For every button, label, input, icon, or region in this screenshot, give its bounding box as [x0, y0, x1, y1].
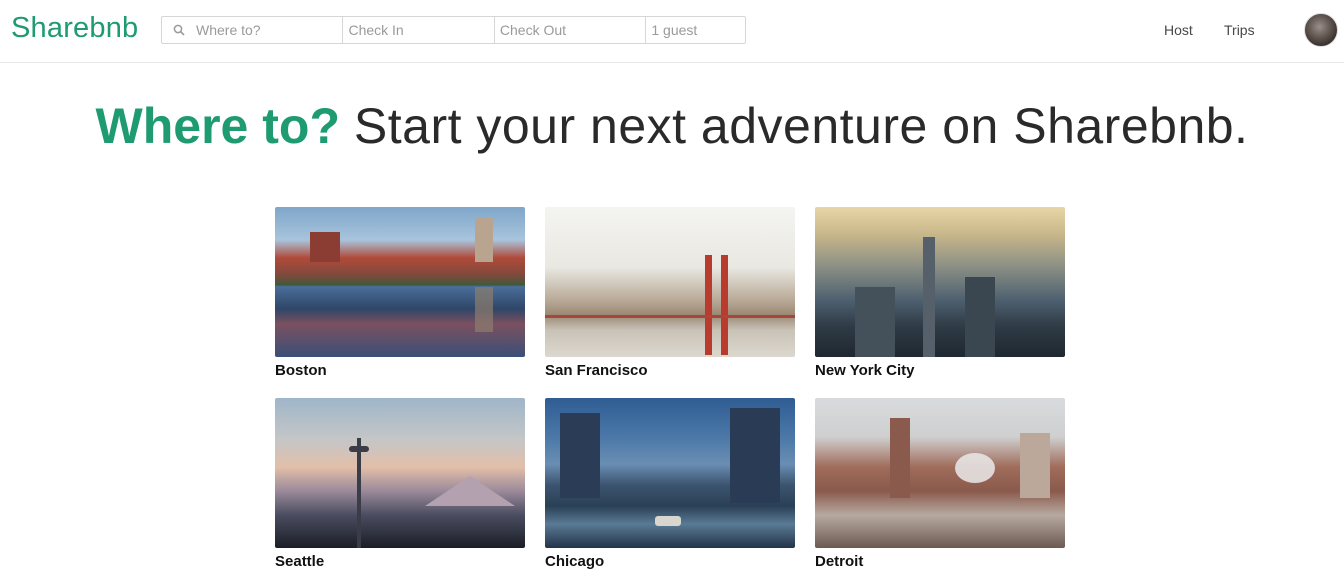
building-shape [310, 232, 340, 262]
search-icon [173, 24, 185, 36]
destination-card-boston[interactable]: Boston [275, 207, 525, 379]
page-title: Where to? Start your next adventure on S… [0, 95, 1344, 157]
bridge-deck-shape [545, 315, 795, 318]
logo[interactable]: Sharebnb [11, 12, 138, 45]
building-shape [730, 408, 780, 503]
building-shape [890, 418, 910, 498]
steam-shape [955, 453, 995, 483]
destination-label[interactable]: Chicago [545, 553, 795, 570]
hero-tagline: Start your next adventure on Sharebnb. [353, 98, 1249, 154]
building-shape [475, 217, 493, 262]
building-shape [965, 277, 995, 357]
nav-host-link[interactable]: Host [1164, 22, 1193, 38]
destination-image[interactable] [815, 398, 1065, 548]
building-shape [855, 287, 895, 357]
avatar[interactable] [1304, 13, 1338, 47]
reflection-shape [475, 287, 493, 332]
destination-image[interactable] [545, 398, 795, 548]
destination-card-san-francisco[interactable]: San Francisco [545, 207, 795, 379]
mountain-shape [425, 476, 515, 506]
destination-image[interactable] [275, 398, 525, 548]
destination-image[interactable] [815, 207, 1065, 357]
destination-card-chicago[interactable]: Chicago [545, 398, 795, 570]
destination-card-new-york-city[interactable]: New York City [815, 207, 1065, 379]
space-needle-shape [357, 438, 361, 548]
nav-trips-link[interactable]: Trips [1224, 22, 1255, 38]
check-out-input[interactable]: Check Out [495, 17, 647, 43]
destination-image[interactable] [545, 207, 795, 357]
destination-card-detroit[interactable]: Detroit [815, 398, 1065, 570]
destination-image[interactable] [275, 207, 525, 357]
top-nav-bar: Sharebnb Where to? Check In Check Out 1 … [0, 0, 1344, 63]
hero-accent-text: Where to? [95, 98, 340, 154]
building-shape [1020, 433, 1050, 498]
building-shape [560, 413, 600, 498]
space-needle-top-shape [349, 446, 369, 452]
destination-label[interactable]: New York City [815, 362, 1065, 379]
destination-label[interactable]: Boston [275, 362, 525, 379]
building-shape [923, 237, 935, 357]
destination-label[interactable]: San Francisco [545, 362, 795, 379]
where-input[interactable]: Where to? [162, 17, 344, 43]
guests-select[interactable]: 1 guest [646, 17, 745, 43]
bridge-tower-shape [705, 255, 712, 355]
check-in-input[interactable]: Check In [343, 17, 495, 43]
boat-shape [655, 516, 681, 526]
destination-label[interactable]: Seattle [275, 553, 525, 570]
destination-label[interactable]: Detroit [815, 553, 1065, 570]
destination-card-seattle[interactable]: Seattle [275, 398, 525, 570]
bridge-tower-shape [721, 255, 728, 355]
search-bar: Where to? Check In Check Out 1 guest [161, 16, 746, 44]
